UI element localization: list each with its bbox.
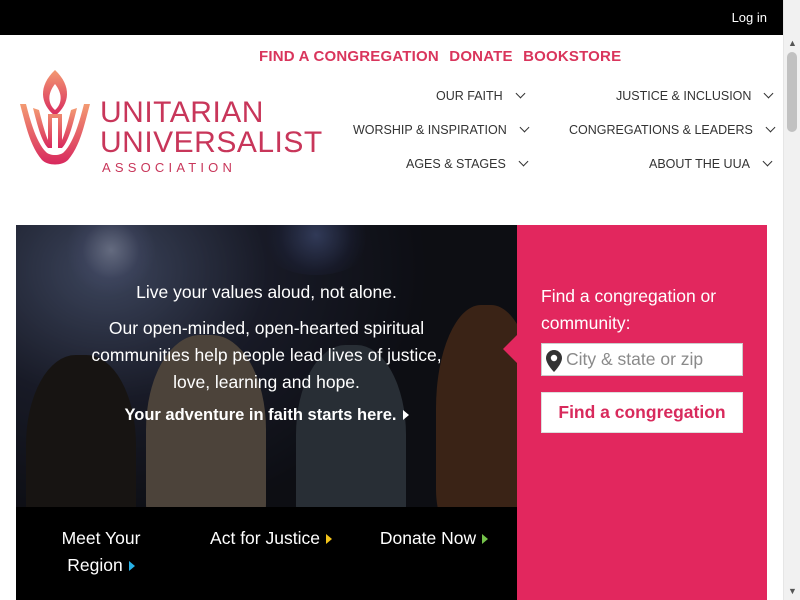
nav-justice-inclusion[interactable]: JUSTICE & INCLUSION bbox=[616, 88, 774, 103]
find-congregation-button[interactable]: Find a congregation bbox=[541, 392, 743, 433]
nav-label: CONGREGATIONS & LEADERS bbox=[569, 123, 753, 137]
arrow-right-icon bbox=[482, 534, 489, 544]
nav-congregations-leaders[interactable]: CONGREGATIONS & LEADERS bbox=[569, 122, 776, 137]
logo-wordmark: UNITARIAN UNIVERSALIST ASSOCIATION bbox=[100, 96, 323, 176]
uua-logo[interactable]: UNITARIAN UNIVERSALIST ASSOCIATION bbox=[16, 68, 322, 175]
scroll-down-icon[interactable]: ▼ bbox=[784, 583, 800, 600]
logo-line-association: ASSOCIATION bbox=[102, 160, 237, 175]
arrow-right-icon bbox=[402, 410, 409, 420]
hero-banner: Live your values aloud, not alone. Our o… bbox=[16, 225, 517, 600]
chevron-down-icon bbox=[765, 122, 776, 133]
location-field[interactable] bbox=[541, 343, 743, 376]
scrollbar[interactable]: ▲ ▼ bbox=[783, 0, 800, 600]
congregation-finder-panel: Find a congregation or community: Find a… bbox=[503, 225, 767, 600]
location-input[interactable] bbox=[566, 344, 740, 375]
donate-now-link[interactable]: Donate Now bbox=[374, 525, 494, 552]
utility-donate-link[interactable]: DONATE bbox=[449, 48, 512, 65]
chevron-down-icon bbox=[762, 156, 773, 167]
nav-label: ABOUT THE UUA bbox=[649, 157, 750, 171]
utility-bookstore-link[interactable]: BOOKSTORE bbox=[523, 48, 621, 65]
chevron-down-icon bbox=[763, 88, 774, 99]
link-label: Act for Justice bbox=[210, 528, 320, 548]
hero-links-bar: Meet Your Region Act for Justice Donate … bbox=[16, 507, 517, 600]
link-label: Donate Now bbox=[379, 528, 477, 548]
chevron-down-icon bbox=[515, 88, 526, 99]
chalice-flame-icon bbox=[20, 70, 90, 165]
finder-title: Find a congregation or community: bbox=[541, 286, 717, 333]
meet-your-region-link[interactable]: Meet Your Region bbox=[46, 525, 156, 579]
chevron-down-icon bbox=[519, 122, 530, 133]
map-pin-icon bbox=[546, 350, 562, 372]
hero-cta-label: Your adventure in faith starts here. bbox=[124, 406, 397, 424]
hero-headline: Live your values aloud, not alone. bbox=[136, 282, 397, 302]
logo-line-unitarian: UNITARIAN bbox=[100, 96, 264, 129]
arrow-right-icon bbox=[128, 561, 135, 571]
nav-label: JUSTICE & INCLUSION bbox=[616, 89, 752, 103]
nav-label: OUR FAITH bbox=[436, 89, 503, 103]
login-link[interactable]: Log in bbox=[732, 10, 767, 25]
nav-ages-stages[interactable]: AGES & STAGES bbox=[406, 156, 529, 171]
nav-label: WORSHIP & INSPIRATION bbox=[353, 123, 507, 137]
logo-line-universalist: UNIVERSALIST bbox=[100, 126, 323, 159]
nav-our-faith[interactable]: OUR FAITH bbox=[436, 88, 526, 103]
scroll-thumb[interactable] bbox=[787, 52, 797, 132]
scroll-up-icon[interactable]: ▲ bbox=[784, 35, 800, 52]
hero-body: Our open-minded, open-hearted spiritual … bbox=[91, 318, 442, 392]
chevron-down-icon bbox=[518, 156, 529, 167]
utility-nav: FIND A CONGREGATION DONATE BOOKSTORE bbox=[259, 48, 627, 65]
act-for-justice-link[interactable]: Act for Justice bbox=[201, 525, 341, 552]
utility-find-congregation-link[interactable]: FIND A CONGREGATION bbox=[259, 48, 439, 65]
nav-about-uua[interactable]: ABOUT THE UUA bbox=[649, 156, 773, 171]
nav-worship-inspiration[interactable]: WORSHIP & INSPIRATION bbox=[353, 122, 530, 137]
top-bar: Log in bbox=[0, 0, 800, 35]
hero-cta-link[interactable]: Your adventure in faith starts here. bbox=[16, 406, 517, 425]
panel-pointer bbox=[503, 335, 517, 363]
nav-label: AGES & STAGES bbox=[406, 157, 506, 171]
arrow-right-icon bbox=[325, 534, 332, 544]
